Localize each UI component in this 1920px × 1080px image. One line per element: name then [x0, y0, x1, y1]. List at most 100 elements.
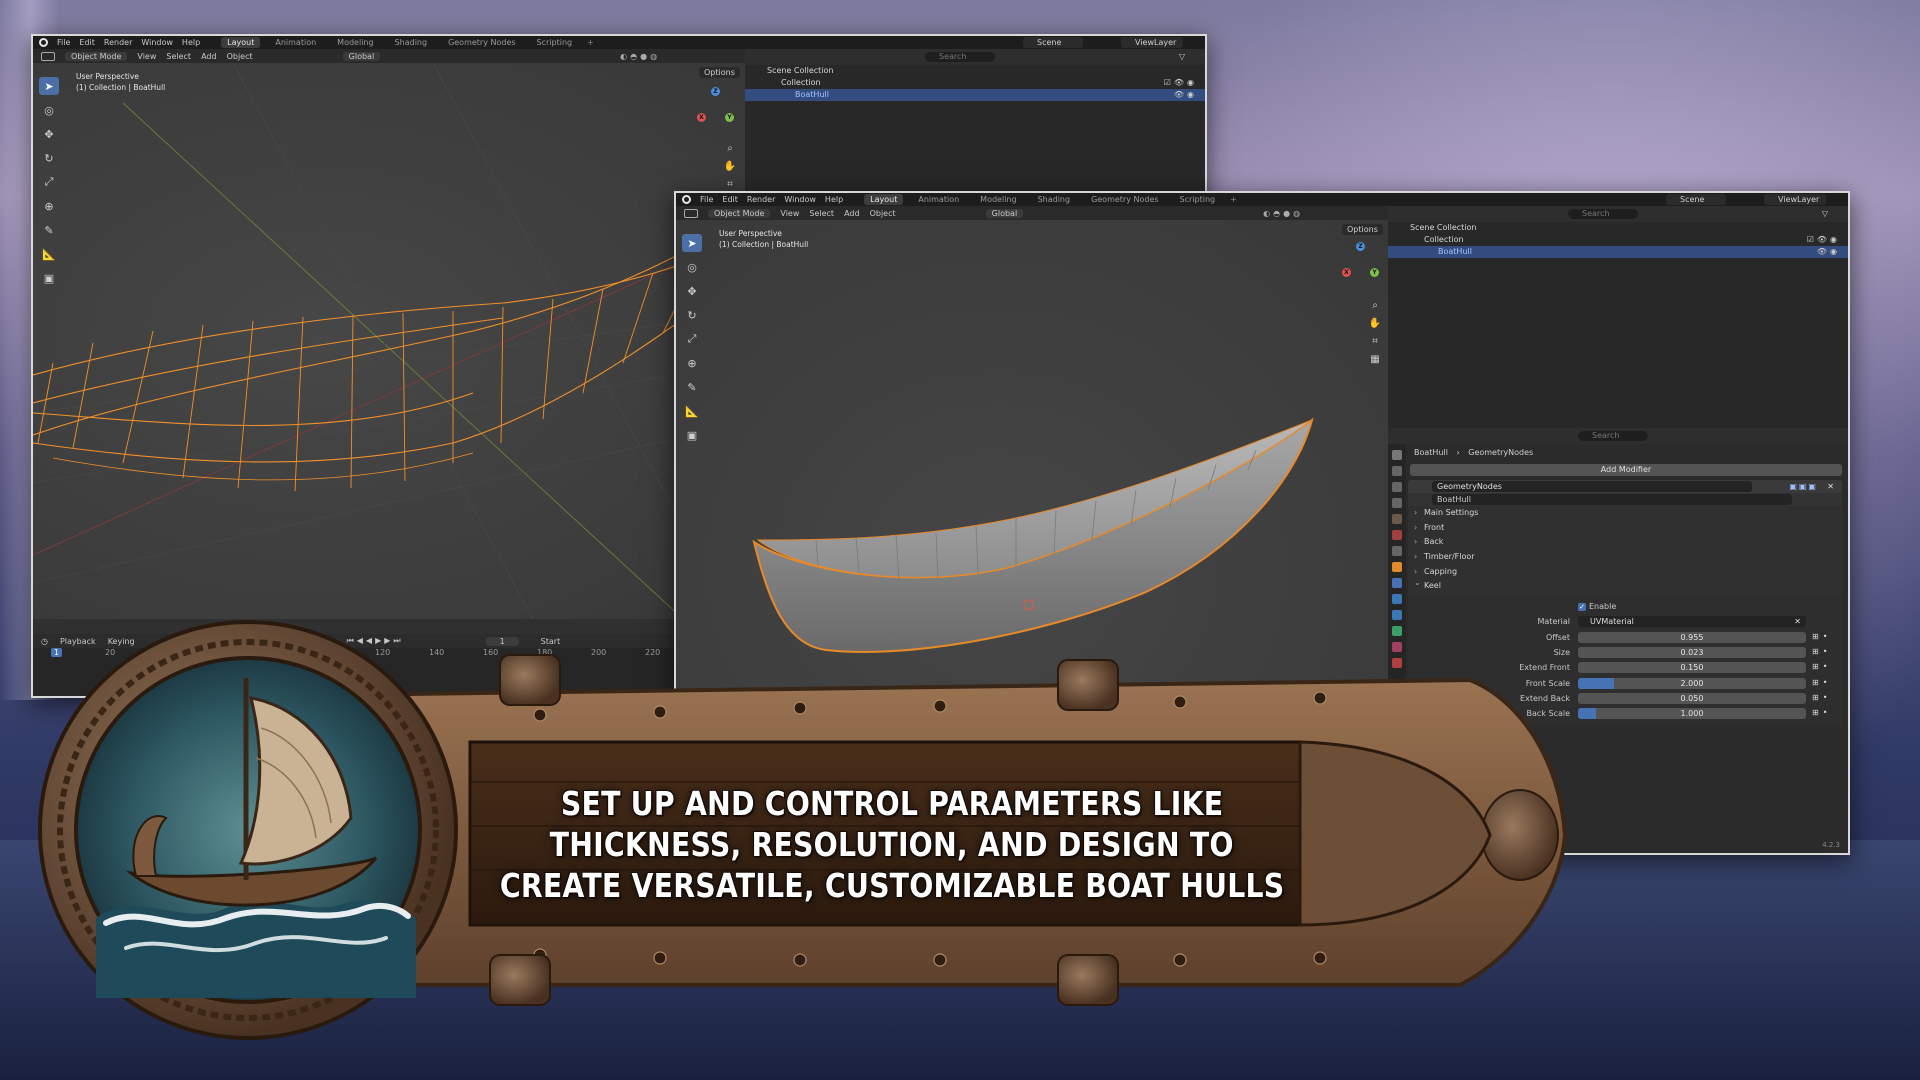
panel-main-settings[interactable]: Main Settings: [1408, 506, 1842, 521]
filter-icon[interactable]: ▽: [1822, 209, 1828, 218]
shading-mode-icons[interactable]: ◐◓●◍: [620, 52, 660, 61]
breadcrumb-modifier[interactable]: GeometryNodes: [1468, 448, 1533, 457]
rotate-tool-icon[interactable]: ↻: [39, 149, 59, 167]
current-frame-field[interactable]: 1: [485, 636, 519, 646]
node-group-field[interactable]: BoatHull: [1432, 494, 1792, 505]
menu-add[interactable]: Add: [844, 209, 860, 218]
constraints-tab-icon[interactable]: [1392, 626, 1402, 636]
outliner-scene-collection[interactable]: Scene Collection: [745, 65, 1205, 77]
outliner-search-input[interactable]: Search: [1568, 209, 1638, 219]
annotate-tool-icon[interactable]: ✎: [39, 221, 59, 239]
panel-back[interactable]: Back: [1408, 535, 1842, 551]
outliner-boathull[interactable]: BoatHull 👁◉: [1388, 246, 1848, 258]
tab-animation[interactable]: Animation: [912, 194, 965, 205]
pan-hand-icon[interactable]: ✋: [1368, 318, 1382, 332]
pan-hand-icon[interactable]: ✋: [723, 161, 737, 175]
menu-edit[interactable]: Edit: [79, 38, 95, 47]
menu-select[interactable]: Select: [166, 52, 191, 61]
menu-object[interactable]: Object: [227, 52, 253, 61]
render-tab-icon[interactable]: [1392, 466, 1402, 476]
measure-tool-icon[interactable]: 📐: [39, 245, 59, 263]
panel-capping[interactable]: Capping: [1408, 564, 1842, 580]
param-slider[interactable]: 0.050: [1578, 692, 1806, 704]
options-button[interactable]: Options: [699, 67, 740, 78]
cursor-tool-icon[interactable]: ◎: [682, 258, 702, 276]
tab-layout[interactable]: Layout: [864, 194, 904, 205]
visibility-icons[interactable]: ☑👁◉: [1807, 234, 1840, 246]
keyframe-icons[interactable]: ⊞•: [1812, 647, 1831, 656]
gizmo-y-icon[interactable]: Y: [725, 113, 734, 122]
menu-window[interactable]: Window: [141, 38, 173, 47]
grid-view-icon[interactable]: ▦: [1368, 354, 1382, 368]
visibility-icons[interactable]: 👁◉: [1174, 89, 1197, 101]
3d-viewport-wireframe[interactable]: User Perspective (1) Collection | BoatHu…: [33, 63, 745, 619]
particles-tab-icon[interactable]: [1392, 594, 1402, 604]
blender-logo-icon[interactable]: [39, 38, 48, 47]
visibility-icons[interactable]: ☑👁◉: [1164, 77, 1197, 89]
tab-scripting[interactable]: Scripting: [531, 37, 579, 48]
add-workspace-icon[interactable]: +: [1230, 195, 1237, 204]
param-slider[interactable]: 1.000: [1578, 708, 1806, 720]
scene-selector[interactable]: Scene: [1666, 194, 1726, 205]
zoom-icon[interactable]: ⌕: [1368, 300, 1382, 314]
tab-layout[interactable]: Layout: [221, 37, 261, 48]
add-cube-tool-icon[interactable]: ▣: [39, 269, 59, 287]
physics-tab-icon[interactable]: [1392, 610, 1402, 620]
breadcrumb-object[interactable]: BoatHull: [1414, 448, 1448, 457]
options-button[interactable]: Options: [1342, 224, 1383, 235]
gizmo-x-icon[interactable]: X: [697, 113, 706, 122]
menu-render[interactable]: Render: [747, 195, 775, 204]
tool-tab-icon[interactable]: [1392, 450, 1402, 460]
editor-type-icon[interactable]: [41, 51, 55, 61]
modifier-name-field[interactable]: GeometryNodes: [1432, 481, 1752, 492]
menu-render[interactable]: Render: [104, 38, 132, 47]
manage-panel[interactable]: Manage: [1408, 727, 1842, 741]
rotate-tool-icon[interactable]: ↻: [682, 306, 702, 324]
outliner-collection[interactable]: Collection ☑👁◉: [1388, 234, 1848, 246]
gizmo-z-icon[interactable]: Z: [711, 87, 720, 96]
mode-selector[interactable]: Object Mode: [65, 51, 128, 61]
tab-shading[interactable]: Shading: [1032, 194, 1077, 205]
move-tool-icon[interactable]: ✥: [682, 282, 702, 300]
tab-modeling[interactable]: Modeling: [331, 37, 379, 48]
navigation-gizmo[interactable]: Z X Y: [1338, 242, 1384, 288]
material-tab-icon[interactable]: [1392, 658, 1402, 668]
viewlayer-selector[interactable]: ViewLayer: [1121, 37, 1183, 48]
annotate-tool-icon[interactable]: ✎: [682, 378, 702, 396]
param-slider[interactable]: 2.000: [1578, 677, 1806, 689]
scene-tab-icon[interactable]: [1392, 514, 1402, 524]
tab-modeling[interactable]: Modeling: [974, 194, 1022, 205]
output-tab-icon[interactable]: [1392, 482, 1402, 492]
gizmo-z-icon[interactable]: Z: [1356, 242, 1365, 251]
param-slider[interactable]: 0.023: [1578, 647, 1806, 659]
outliner-boathull[interactable]: BoatHull 👁◉: [745, 89, 1205, 101]
modifier-tab-icon[interactable]: [1392, 578, 1402, 588]
move-tool-icon[interactable]: ✥: [39, 125, 59, 143]
close-icon[interactable]: ✕: [1827, 480, 1834, 493]
menu-help[interactable]: Help: [825, 195, 843, 204]
menu-add[interactable]: Add: [201, 52, 217, 61]
data-tab-icon[interactable]: [1392, 642, 1402, 652]
scene-selector[interactable]: Scene: [1023, 37, 1083, 48]
tab-geometry-nodes[interactable]: Geometry Nodes: [1085, 194, 1164, 205]
scale-tool-icon[interactable]: ⤢: [39, 173, 59, 191]
menu-file[interactable]: File: [57, 38, 70, 47]
enable-checkbox[interactable]: ✓ Enable: [1578, 602, 1616, 611]
gizmo-x-icon[interactable]: X: [1342, 268, 1351, 277]
add-workspace-icon[interactable]: +: [587, 38, 594, 47]
menu-select[interactable]: Select: [809, 209, 834, 218]
view-layer-tab-icon[interactable]: [1392, 498, 1402, 508]
collection-tab-icon[interactable]: [1392, 546, 1402, 556]
transform-tool-icon[interactable]: ⊕: [39, 197, 59, 215]
panel-keel[interactable]: Keel: [1408, 577, 1842, 595]
menu-view[interactable]: View: [137, 52, 156, 61]
keyframe-icons[interactable]: ⊞•: [1812, 708, 1831, 717]
camera-view-icon[interactable]: ⌗: [1368, 336, 1382, 350]
menu-edit[interactable]: Edit: [722, 195, 738, 204]
viewlayer-selector[interactable]: ViewLayer: [1764, 194, 1826, 205]
scale-tool-icon[interactable]: ⤢: [682, 330, 702, 348]
transform-tool-icon[interactable]: ⊕: [682, 354, 702, 372]
shading-mode-icons[interactable]: ◐◓●◍: [1263, 209, 1303, 218]
tab-geometry-nodes[interactable]: Geometry Nodes: [442, 37, 521, 48]
measure-tool-icon[interactable]: 📐: [682, 402, 702, 420]
